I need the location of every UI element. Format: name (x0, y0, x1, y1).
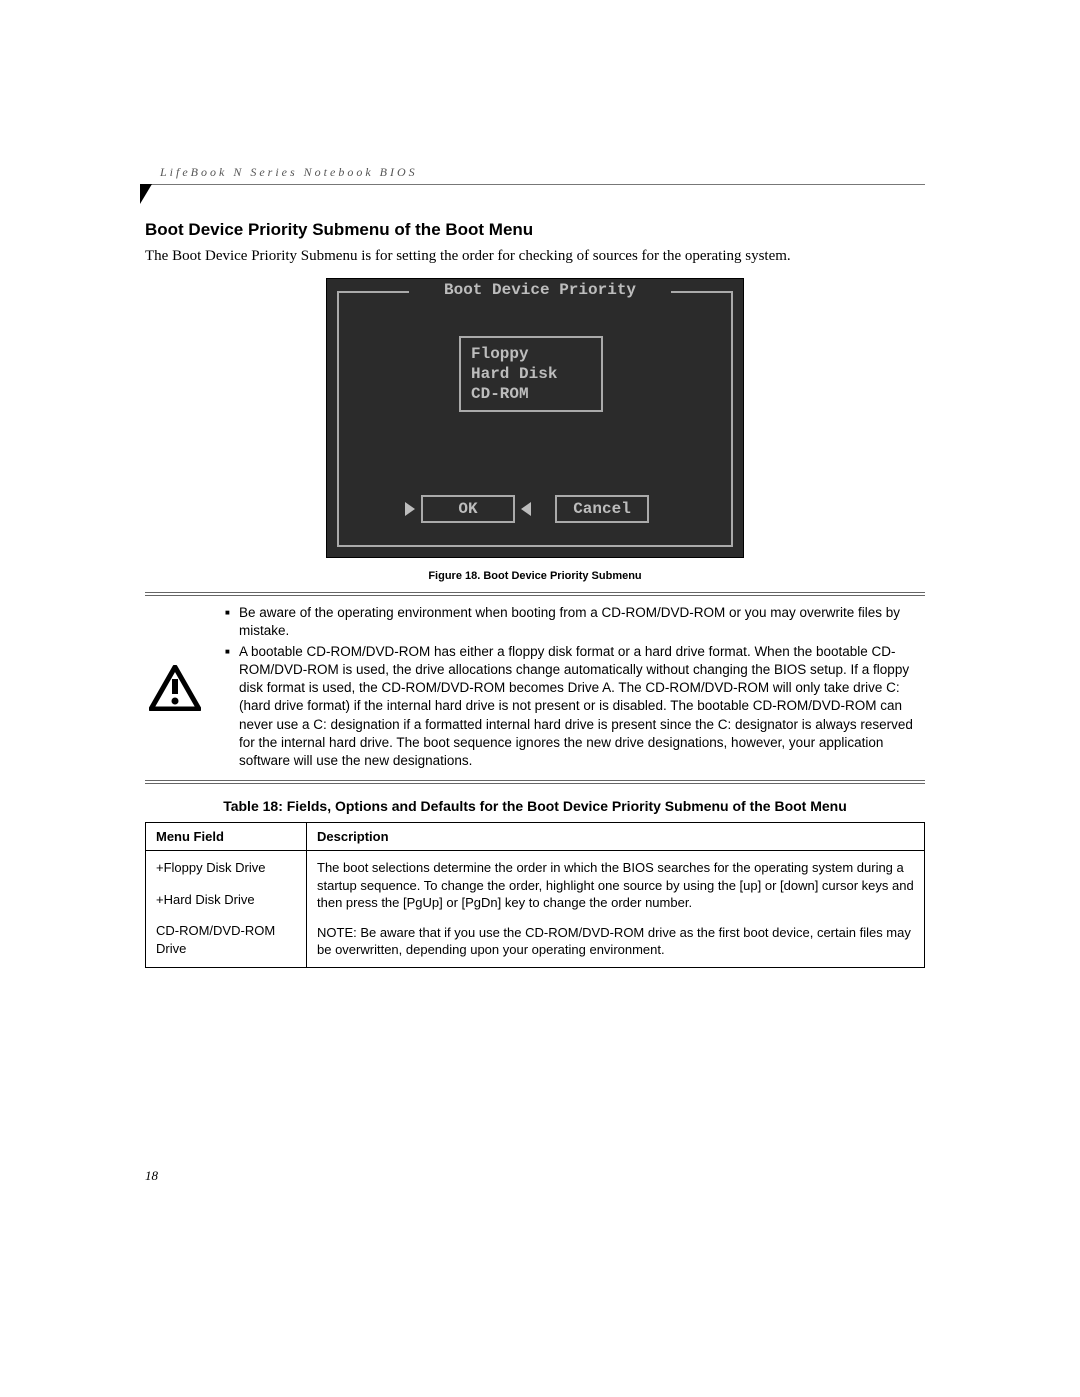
tab-mark-icon (140, 184, 152, 204)
warning-icon (145, 604, 205, 772)
figure-caption: Figure 18. Boot Device Priority Submenu (326, 570, 744, 582)
bios-device-list: Floppy Hard Disk CD-ROM (459, 336, 603, 412)
table-header-field: Menu Field (146, 823, 307, 851)
table-header-desc: Description (307, 823, 925, 851)
bios-screenshot: Boot Device Priority Floppy Hard Disk CD… (326, 278, 744, 558)
callout-item: A bootable CD-ROM/DVD-ROM has either a f… (239, 643, 925, 771)
bios-figure: Boot Device Priority Floppy Hard Disk CD… (326, 278, 744, 582)
description-paragraph: NOTE: Be aware that if you use the CD-RO… (317, 924, 914, 959)
header-rule (145, 184, 925, 185)
callout-item: Be aware of the operating environment wh… (239, 604, 925, 640)
bios-frame-title: Boot Device Priority (417, 281, 663, 299)
menu-field-item: +Hard Disk Drive (156, 891, 296, 909)
table-row: +Floppy Disk Drive +Hard Disk Drive CD-R… (146, 851, 925, 968)
bios-device-item: CD-ROM (471, 384, 591, 404)
section-title: Boot Device Priority Submenu of the Boot… (145, 220, 925, 240)
warning-callout: Be aware of the operating environment wh… (145, 604, 925, 772)
menu-field-item: CD-ROM/DVD-ROM Drive (156, 922, 296, 957)
table-title: Table 18: Fields, Options and Defaults f… (145, 798, 925, 814)
divider (145, 780, 925, 784)
bios-cancel-button: Cancel (555, 495, 649, 523)
page-number: 18 (145, 1168, 925, 1184)
running-header: LifeBook N Series Notebook BIOS (160, 165, 925, 180)
divider (145, 592, 925, 596)
menu-field-item: +Floppy Disk Drive (156, 859, 296, 877)
description-paragraph: The boot selections determine the order … (317, 859, 914, 912)
fields-table: Menu Field Description +Floppy Disk Driv… (145, 822, 925, 968)
bios-device-item: Floppy (471, 344, 591, 364)
section-intro: The Boot Device Priority Submenu is for … (145, 246, 925, 266)
bios-device-item: Hard Disk (471, 364, 591, 384)
bios-ok-button: OK (421, 495, 515, 523)
